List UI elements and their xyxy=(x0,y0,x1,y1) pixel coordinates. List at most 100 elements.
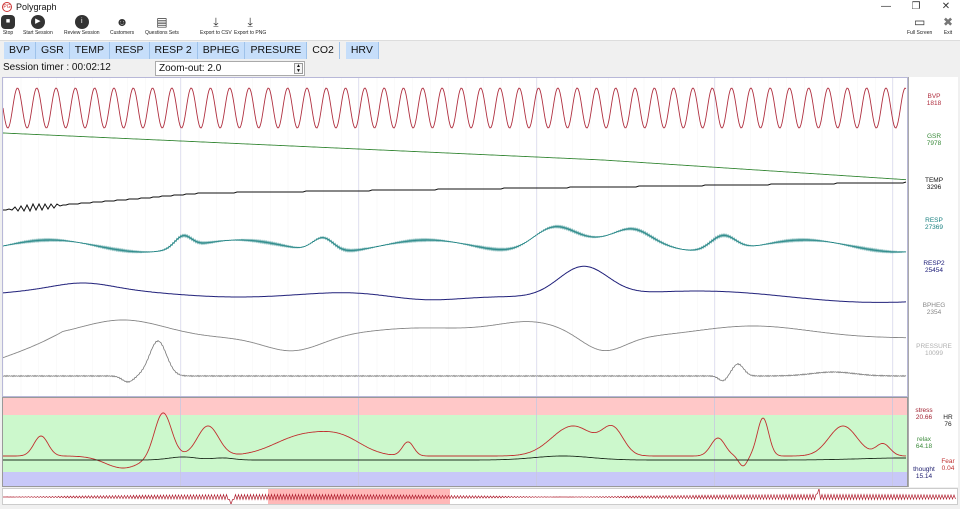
button-label: Questions Sets xyxy=(145,30,179,36)
session-timer: Session timer : 00:02:12 xyxy=(3,62,111,73)
channel-name: PRESSURE xyxy=(909,343,959,350)
channel-label-pressure: PRESSURE10099 xyxy=(909,343,959,357)
emotion-name: relax xyxy=(911,436,937,443)
emotion-value: 20.66 xyxy=(911,414,937,421)
fear-readout: Fear0.04 xyxy=(935,458,960,472)
channel-value: 10099 xyxy=(909,350,959,357)
export-png-button[interactable]: ⤓Export to PNG xyxy=(234,15,266,36)
info-button[interactable]: iReview Session xyxy=(64,15,100,36)
channel-name: BVP xyxy=(909,93,959,100)
signal-chart xyxy=(2,77,908,397)
export-csv-button[interactable]: ⤓Export to CSV xyxy=(200,15,232,36)
tab-bvp[interactable]: BVP xyxy=(4,42,36,59)
button-label: Export to CSV xyxy=(200,30,232,36)
channel-value: 2354 xyxy=(909,309,959,316)
signal-traces xyxy=(3,78,907,396)
button-label: Customers xyxy=(110,30,134,36)
pressure-trace xyxy=(3,341,906,383)
stress-zone xyxy=(3,398,907,415)
channel-value-panel: BVP1818 GSR7978 TEMP3296 RESP27369 RESP22545… xyxy=(908,77,958,487)
relax-readout: relax64.18 xyxy=(911,436,937,450)
channel-label-temp: TEMP3296 xyxy=(909,177,959,191)
channel-value: 27369 xyxy=(909,224,959,231)
gsr-trace xyxy=(3,133,906,180)
channel-tabs: BVPGSRTEMPRESPRESP 2BPHEGPRESURECO2 HRV xyxy=(4,42,379,59)
spinner-arrows-icon[interactable]: ▲▼ xyxy=(294,63,303,74)
users-icon: ☻ xyxy=(115,15,129,29)
clipboard-icon: ▤ xyxy=(155,15,169,29)
app-logo-icon: PG xyxy=(2,2,12,12)
play-button[interactable]: ▶Start Session xyxy=(23,15,53,36)
channel-label-gsr: GSR7978 xyxy=(909,133,959,147)
tab-presure[interactable]: PRESURE xyxy=(245,42,307,59)
emotion-name: HR xyxy=(935,414,960,421)
emotion-name: thought xyxy=(911,466,937,473)
tab-bpheg[interactable]: BPHEG xyxy=(198,42,246,59)
channel-label-resp: RESP27369 xyxy=(909,217,959,231)
grid-line xyxy=(180,398,181,486)
channel-value: 7978 xyxy=(909,140,959,147)
session-overview-strip[interactable] xyxy=(2,488,958,505)
channel-name: GSR xyxy=(909,133,959,140)
overview-trace xyxy=(3,489,957,504)
restore-button[interactable]: ❐ xyxy=(906,1,926,12)
emotion-value: 64.18 xyxy=(911,443,937,450)
emotion-name: Fear xyxy=(935,458,960,465)
channel-label-bpheg: BPHEG2354 xyxy=(909,302,959,316)
tab-resp[interactable]: RESP xyxy=(110,42,150,59)
emotion-chart xyxy=(2,397,908,487)
stop-button[interactable]: ■Stop xyxy=(1,15,15,36)
button-label: Start Session xyxy=(23,30,53,36)
toolbar: ■Stop ▶Start Session iReview Session ☻Custo… xyxy=(0,14,960,41)
channel-value: 25454 xyxy=(909,267,959,274)
emotion-traces xyxy=(3,398,907,486)
grid-line xyxy=(892,78,893,396)
resp-trace xyxy=(3,226,906,253)
emotion-value: 76 xyxy=(935,421,960,428)
emotion-name: stress xyxy=(911,407,937,414)
fullscreen-icon: ▭ xyxy=(913,15,927,29)
zoom-out-spinner[interactable]: Zoom-out: 2.0 ▲▼ xyxy=(155,61,305,76)
stress-readout: stress20.66 xyxy=(911,407,937,421)
channel-name: BPHEG xyxy=(909,302,959,309)
temp-trace xyxy=(3,182,906,211)
bpheg-trace xyxy=(3,320,906,358)
resp2-trace xyxy=(3,266,906,302)
grid-line xyxy=(714,78,715,396)
channel-label-bvp: BVP1818 xyxy=(909,93,959,107)
tab-resp2[interactable]: RESP 2 xyxy=(150,42,198,59)
export-png-icon: ⤓ xyxy=(243,15,257,29)
stop-icon: ■ xyxy=(1,15,15,29)
channel-name: RESP xyxy=(909,217,959,224)
bvp-trace xyxy=(3,88,906,128)
button-label: Review Session xyxy=(64,30,100,36)
tab-co2[interactable]: CO2 xyxy=(307,42,340,59)
fullscreen-button[interactable]: ▭Full Screen xyxy=(907,15,932,36)
window-title: Polygraph xyxy=(16,2,57,12)
button-label: Stop xyxy=(3,30,13,36)
exit-button[interactable]: ✖Exit xyxy=(941,15,955,36)
channel-label-resp2: RESP225454 xyxy=(909,260,959,274)
channel-name: TEMP xyxy=(909,177,959,184)
play-icon: ▶ xyxy=(31,15,45,29)
minimize-button[interactable]: — xyxy=(876,1,896,12)
tab-hrv[interactable]: HRV xyxy=(346,42,379,59)
channel-value: 3296 xyxy=(909,184,959,191)
thought-readout: thought15.14 xyxy=(911,466,937,480)
tab-temp[interactable]: TEMP xyxy=(70,42,110,59)
button-label: Export to PNG xyxy=(234,30,266,36)
hr-readout: HR76 xyxy=(935,414,960,428)
clipboard-button[interactable]: ▤Questions Sets xyxy=(145,15,179,36)
export-csv-icon: ⤓ xyxy=(209,15,223,29)
emotion-value: 15.14 xyxy=(911,473,937,480)
close-button[interactable]: ✕ xyxy=(936,1,956,12)
button-label: Full Screen xyxy=(907,30,932,36)
channel-value: 1818 xyxy=(909,100,959,107)
grid-line xyxy=(714,398,715,486)
grid-line xyxy=(536,78,537,396)
grid-line xyxy=(358,78,359,396)
title-bar: PG Polygraph — ❐ ✕ xyxy=(0,0,960,14)
tab-gsr[interactable]: GSR xyxy=(36,42,70,59)
grid-line xyxy=(536,398,537,486)
users-button[interactable]: ☻Customers xyxy=(110,15,134,36)
